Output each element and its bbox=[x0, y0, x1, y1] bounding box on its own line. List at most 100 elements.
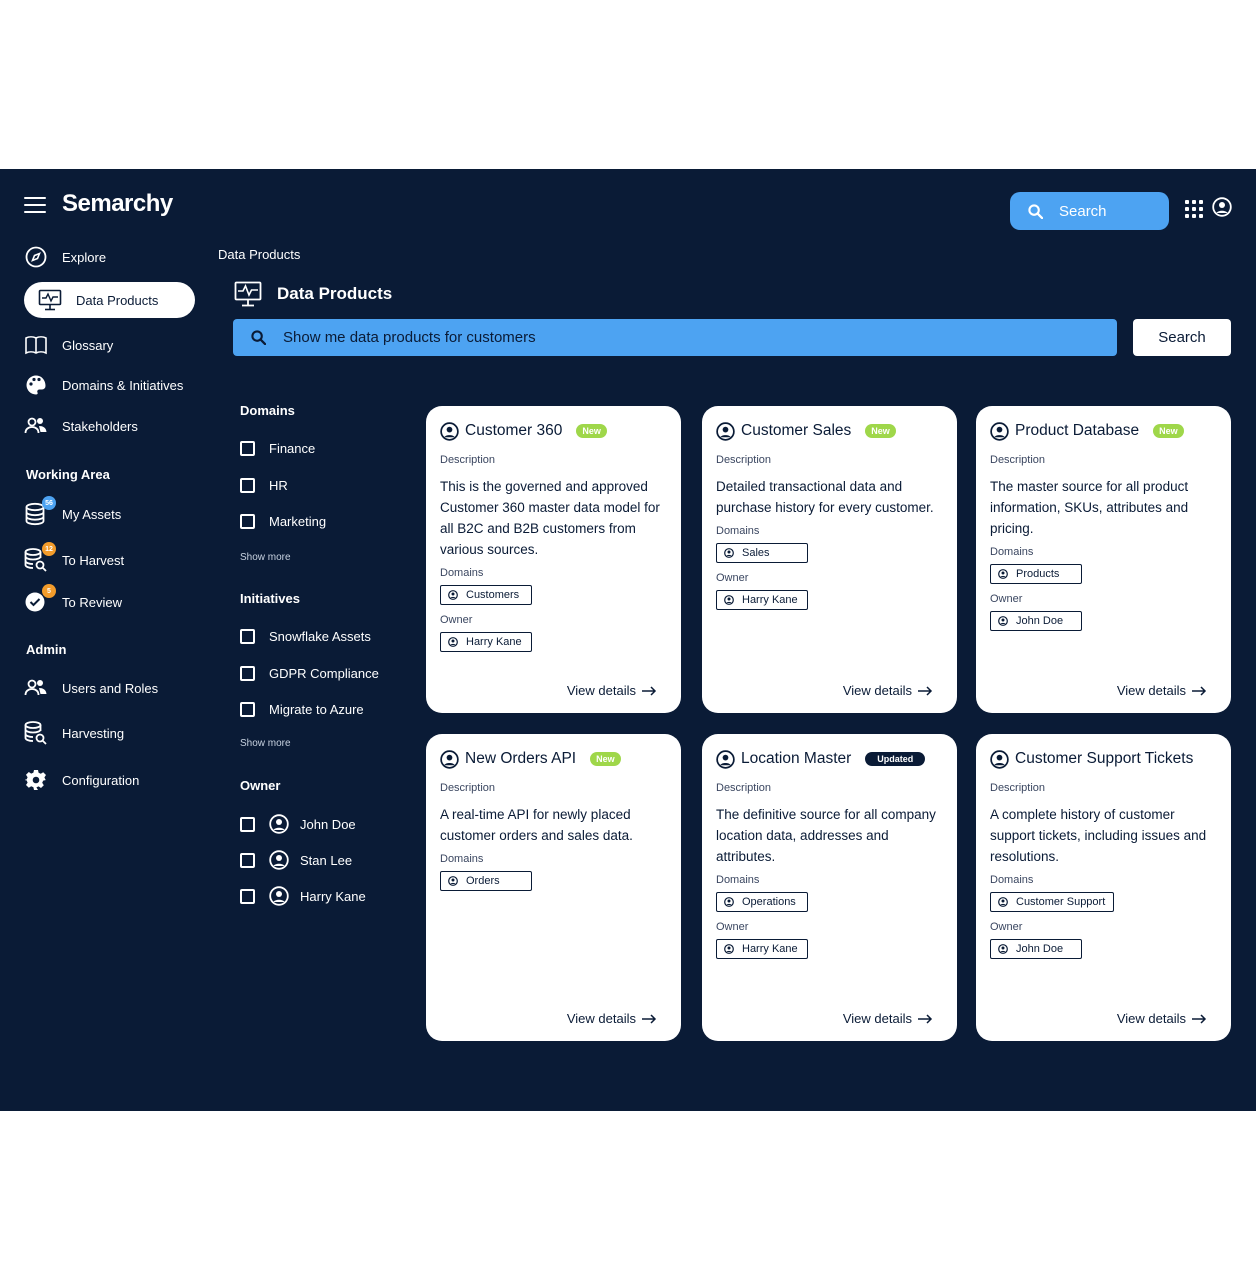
domain-chip[interactable]: Operations bbox=[716, 892, 808, 912]
sidebar-item-data-products[interactable]: Data Products bbox=[24, 282, 195, 318]
checkbox[interactable] bbox=[240, 629, 255, 644]
sidebar-item-label: To Review bbox=[62, 594, 122, 610]
checkbox[interactable] bbox=[240, 816, 255, 832]
card-title[interactable]: Product Database bbox=[1015, 422, 1139, 440]
filter-initiative-gdpr[interactable]: GDPR Compliance bbox=[240, 666, 379, 681]
data-product-card[interactable]: Product Database New Description The mas… bbox=[976, 406, 1231, 713]
owner-chip[interactable]: Harry Kane bbox=[716, 590, 808, 610]
view-details-label: View details bbox=[566, 683, 636, 698]
filter-domain-marketing[interactable]: Marketing bbox=[240, 514, 326, 529]
sidebar-item-label: My Assets bbox=[62, 506, 122, 522]
domain-chip-label: Customers bbox=[466, 589, 520, 601]
palette-icon bbox=[24, 373, 48, 397]
owner-chip-label: Harry Kane bbox=[742, 943, 798, 955]
view-details-link[interactable]: View details bbox=[1117, 683, 1207, 698]
domain-icon bbox=[998, 569, 1008, 579]
domain-chip[interactable]: Orders bbox=[440, 871, 532, 891]
sidebar-item-to-review[interactable]: 5 To Review bbox=[24, 584, 122, 620]
sidebar-item-explore[interactable]: Explore bbox=[24, 239, 106, 275]
card-title[interactable]: Customer 360 bbox=[465, 422, 562, 440]
view-details-link[interactable]: View details bbox=[1117, 1011, 1207, 1026]
menu-icon[interactable] bbox=[24, 197, 46, 213]
sidebar-item-domains-initiatives[interactable]: Domains & Initiatives bbox=[24, 367, 183, 403]
owner-chip[interactable]: John Doe bbox=[990, 939, 1082, 959]
domain-chip[interactable]: Products bbox=[990, 564, 1082, 584]
filter-domain-hr[interactable]: HR bbox=[240, 478, 288, 493]
gear-icon bbox=[24, 768, 48, 792]
checkbox[interactable] bbox=[240, 666, 255, 681]
card-title[interactable]: Customer Support Tickets bbox=[1015, 750, 1193, 768]
sidebar-item-label: Users and Roles bbox=[62, 680, 159, 696]
user-icon[interactable] bbox=[1212, 197, 1232, 217]
status-badge: New bbox=[590, 752, 621, 766]
sidebar-item-to-harvest[interactable]: 12 To Harvest bbox=[24, 542, 124, 578]
sidebar-item-label: Harvesting bbox=[62, 725, 125, 741]
domains-label: Domains bbox=[716, 525, 760, 537]
search-icon bbox=[251, 330, 266, 345]
sidebar-item-users-and-roles[interactable]: Users and Roles bbox=[24, 670, 158, 706]
apps-grid-icon[interactable] bbox=[1185, 200, 1203, 218]
card-title[interactable]: New Orders API bbox=[465, 750, 576, 768]
sidebar-item-label: Configuration bbox=[62, 772, 140, 788]
filter-initiative-snowflake[interactable]: Snowflake Assets bbox=[240, 629, 371, 644]
sidebar-item-configuration[interactable]: Configuration bbox=[24, 762, 139, 798]
arrow-right-icon bbox=[918, 1013, 933, 1024]
view-details-label: View details bbox=[842, 1011, 912, 1026]
search-button[interactable]: Search bbox=[1133, 319, 1231, 356]
view-details-label: View details bbox=[566, 1011, 636, 1026]
data-product-card[interactable]: Customer 360 New Description This is the… bbox=[426, 406, 681, 713]
user-icon bbox=[724, 595, 734, 605]
sidebar-item-my-assets[interactable]: 56 My Assets bbox=[24, 496, 121, 532]
book-icon bbox=[24, 333, 48, 357]
view-details-link[interactable]: View details bbox=[843, 683, 933, 698]
sidebar-item-harvesting[interactable]: Harvesting bbox=[24, 715, 124, 751]
filter-owner-john-doe[interactable]: John Doe bbox=[240, 814, 356, 834]
domain-chip[interactable]: Sales bbox=[716, 543, 808, 563]
compass-icon bbox=[24, 245, 48, 269]
arrow-right-icon bbox=[918, 685, 933, 696]
owner-chip[interactable]: John Doe bbox=[990, 611, 1082, 631]
initiatives-show-more-link[interactable]: Show more bbox=[240, 738, 291, 749]
view-details-link[interactable]: View details bbox=[567, 683, 657, 698]
user-icon bbox=[269, 850, 289, 870]
filter-initiative-azure[interactable]: Migrate to Azure bbox=[240, 702, 364, 717]
owner-chip[interactable]: Harry Kane bbox=[440, 632, 532, 652]
domain-chip-label: Operations bbox=[742, 896, 796, 908]
checkbox[interactable] bbox=[240, 478, 255, 493]
sidebar-item-stakeholders[interactable]: Stakeholders bbox=[24, 408, 138, 444]
domains-show-more-link[interactable]: Show more bbox=[240, 552, 291, 563]
description-label: Description bbox=[990, 454, 1046, 466]
domain-chip[interactable]: Customer Support bbox=[990, 892, 1115, 912]
data-product-card[interactable]: Customer Sales New Description Detailed … bbox=[702, 406, 957, 713]
card-description: A real-time API for newly placed custome… bbox=[440, 807, 633, 843]
breadcrumb[interactable]: Data Products bbox=[218, 247, 300, 262]
my-assets-badge: 56 bbox=[42, 496, 56, 510]
checkbox[interactable] bbox=[240, 888, 255, 904]
filter-label: HR bbox=[269, 478, 288, 493]
owner-chip[interactable]: Harry Kane bbox=[716, 939, 808, 959]
checkbox[interactable] bbox=[240, 852, 255, 868]
view-details-link[interactable]: View details bbox=[567, 1011, 657, 1026]
global-search-label: Search bbox=[1059, 202, 1107, 220]
filter-domain-finance[interactable]: Finance bbox=[240, 441, 315, 456]
sidebar-item-glossary[interactable]: Glossary bbox=[24, 327, 113, 363]
global-search-button[interactable]: Search bbox=[1010, 192, 1169, 230]
filter-domains-title: Domains bbox=[240, 403, 295, 418]
description-label: Description bbox=[440, 454, 496, 466]
domain-chip[interactable]: Customers bbox=[440, 585, 532, 605]
checkbox[interactable] bbox=[240, 441, 255, 456]
filter-owner-stan-lee[interactable]: Stan Lee bbox=[240, 850, 352, 870]
filter-owner-harry-kane[interactable]: Harry Kane bbox=[240, 886, 366, 906]
checkbox[interactable] bbox=[240, 514, 255, 529]
checkbox[interactable] bbox=[240, 702, 255, 717]
data-product-card[interactable]: Location Master Updated Description The … bbox=[702, 734, 957, 1041]
data-products-search-input[interactable]: Show me data products for customers bbox=[233, 319, 1117, 356]
domains-label: Domains bbox=[990, 546, 1034, 558]
sidebar-item-label: Stakeholders bbox=[62, 418, 138, 434]
view-details-link[interactable]: View details bbox=[843, 1011, 933, 1026]
card-title[interactable]: Location Master bbox=[741, 750, 851, 768]
card-title[interactable]: Customer Sales bbox=[741, 422, 851, 440]
view-details-label: View details bbox=[842, 683, 912, 698]
data-product-card[interactable]: Customer Support Tickets Description A c… bbox=[976, 734, 1231, 1041]
data-product-card[interactable]: New Orders API New Description A real-ti… bbox=[426, 734, 681, 1041]
